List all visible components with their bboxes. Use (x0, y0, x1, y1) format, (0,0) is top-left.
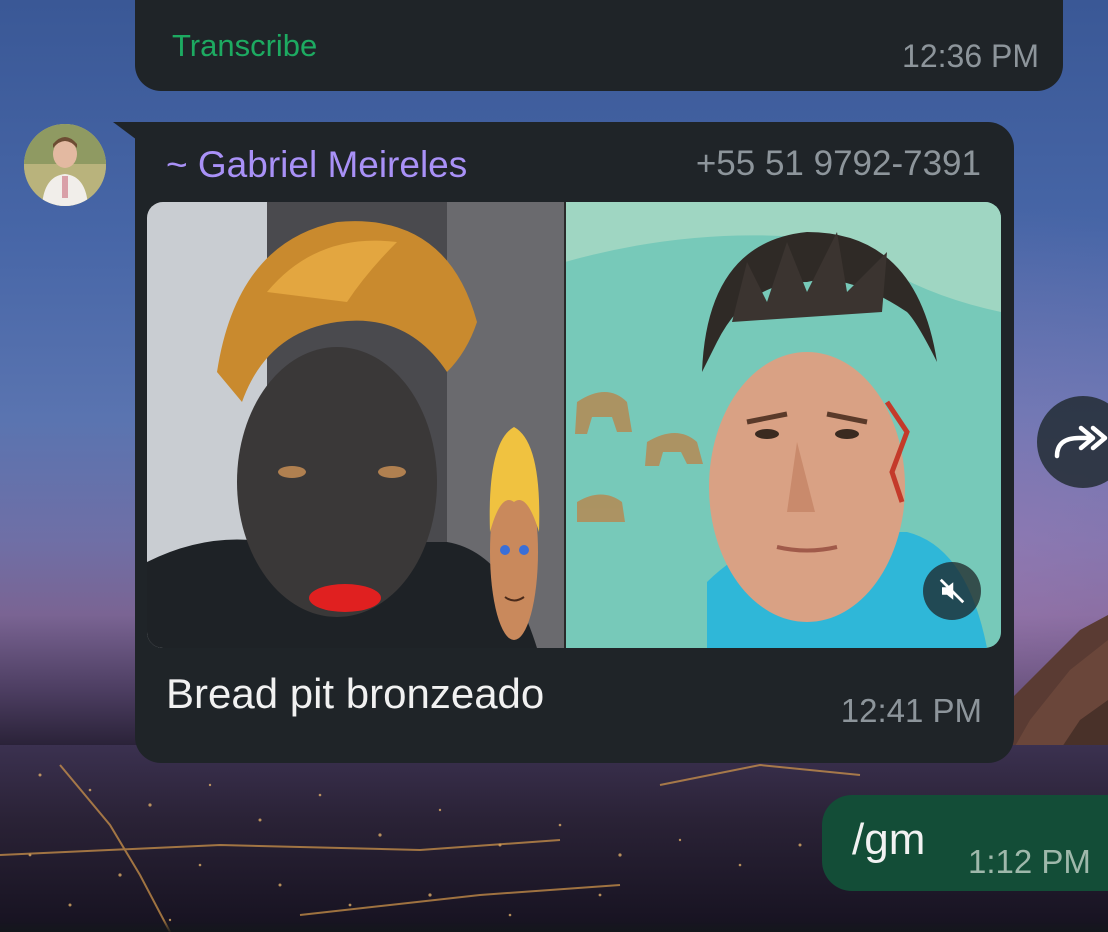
sender-phone: +55 51 9792-7391 (695, 144, 981, 183)
sender-name[interactable]: ~ Gabriel Meireles (166, 144, 467, 186)
message-timestamp: 12:36 PM (902, 38, 1039, 74)
incoming-message-bubble[interactable]: ~ Gabriel Meireles +55 51 9792-7391 Brea… (135, 122, 1014, 763)
forward-icon (1054, 425, 1108, 459)
outgoing-message-bubble[interactable]: /gm 1:12 PM (822, 795, 1108, 891)
transcribe-button[interactable]: Transcribe (172, 28, 317, 64)
bottom-edge (0, 920, 1108, 932)
previous-message-bubble[interactable]: Transcribe 12:36 PM (135, 0, 1063, 91)
bubble-tail (113, 122, 137, 140)
sender-avatar[interactable] (24, 124, 106, 206)
outgoing-message-text: /gm (852, 815, 926, 864)
message-caption: Bread pit bronzeado (166, 670, 545, 717)
mute-button[interactable] (923, 562, 981, 620)
message-timestamp: 1:12 PM (968, 843, 1091, 880)
message-timestamp: 12:41 PM (840, 692, 982, 729)
video-thumbnail[interactable] (147, 202, 1001, 648)
video-frame (147, 202, 1001, 648)
avatar-image (24, 124, 106, 206)
muted-speaker-icon (939, 578, 965, 604)
